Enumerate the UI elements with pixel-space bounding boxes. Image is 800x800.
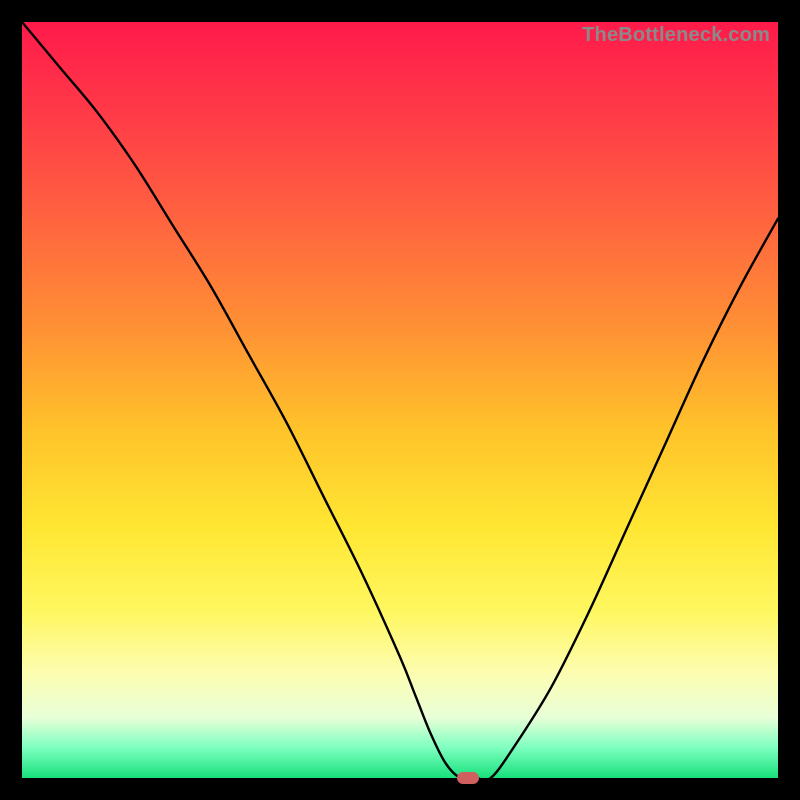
minimum-marker (457, 772, 479, 784)
chart-frame: TheBottleneck.com (0, 0, 800, 800)
bottleneck-curve (22, 22, 778, 778)
watermark-text: TheBottleneck.com (582, 24, 770, 47)
curve-path (22, 22, 778, 780)
plot-area: TheBottleneck.com (22, 22, 778, 778)
